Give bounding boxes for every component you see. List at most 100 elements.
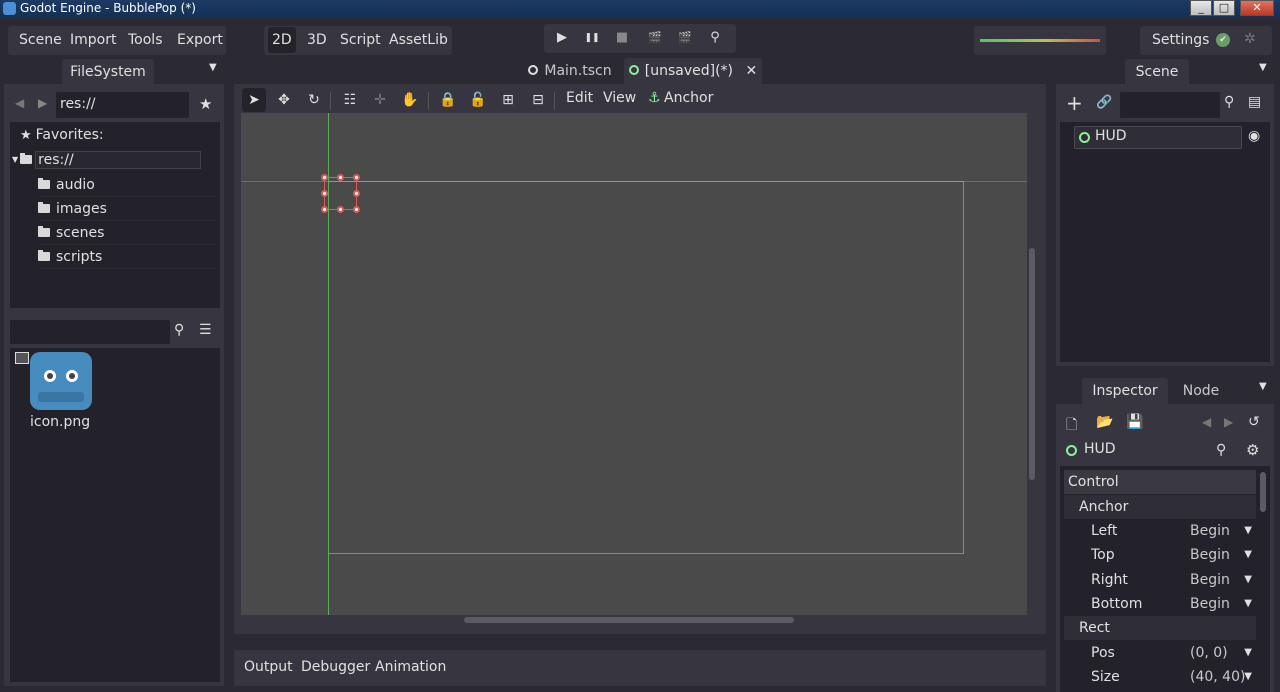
history-forward-icon[interactable]: ▶: [1224, 415, 1233, 429]
folder-icon: [38, 202, 50, 213]
lock-icon[interactable]: 🔒: [436, 88, 460, 112]
prop-rect-pos[interactable]: Pos (0, 0) ▼: [1064, 641, 1256, 665]
scene-filter-input[interactable]: [1120, 92, 1220, 118]
script-attach-icon[interactable]: ▤: [1248, 94, 1261, 110]
move-mode-icon[interactable]: ✥: [272, 88, 296, 112]
pause-icon[interactable]: ❚❚: [581, 28, 603, 48]
scene-dock-menu-icon[interactable]: ▼: [1259, 62, 1267, 73]
canvas-viewport[interactable]: [241, 113, 1027, 615]
menu-export[interactable]: Export: [177, 26, 223, 54]
search-icon[interactable]: ⚲: [174, 322, 184, 338]
tab-inspector[interactable]: Inspector: [1082, 378, 1168, 404]
anchor-icon[interactable]: ⚓: [648, 90, 661, 106]
remote-debug-icon[interactable]: ⚲: [704, 28, 726, 48]
scene-search-icon[interactable]: ⚲: [1224, 94, 1234, 110]
play-icon[interactable]: ▶: [551, 28, 573, 48]
path-field[interactable]: res://: [56, 92, 189, 118]
tab-main-tscn[interactable]: Main.tscn: [518, 58, 622, 84]
thumbnail-mode-icon[interactable]: [15, 352, 29, 364]
tab-unsaved-scene[interactable]: [unsaved](*) ✕: [624, 58, 762, 84]
play-custom-scene-icon[interactable]: 🎬: [674, 28, 696, 48]
resize-handle[interactable]: [353, 206, 360, 213]
inspector-scrollbar[interactable]: [1260, 472, 1266, 512]
animation-tab[interactable]: Animation: [375, 659, 446, 675]
back-icon[interactable]: ◀: [15, 96, 24, 110]
menu-import[interactable]: Import: [70, 26, 116, 54]
pivot-icon[interactable]: ✛: [368, 88, 392, 112]
vertical-scrollbar[interactable]: [1029, 248, 1035, 480]
visibility-eye-icon[interactable]: ◉: [1248, 128, 1260, 144]
stop-icon[interactable]: ■: [611, 28, 633, 48]
scene-tree-root-row[interactable]: HUD: [1074, 126, 1242, 149]
list-select-icon[interactable]: ☷: [338, 88, 362, 112]
godot-icon-thumbnail[interactable]: [30, 352, 92, 410]
mode-3d-button[interactable]: 3D: [307, 26, 327, 54]
view-menu[interactable]: View: [603, 90, 636, 106]
tab-filesystem[interactable]: FileSystem: [62, 59, 154, 85]
prop-anchor-top[interactable]: Top Begin ▼: [1064, 543, 1256, 567]
prop-anchor-right[interactable]: Right Begin ▼: [1064, 568, 1256, 592]
group-icon[interactable]: ⊞: [496, 88, 520, 112]
open-resource-icon[interactable]: 📂: [1096, 414, 1113, 430]
play-scene-icon[interactable]: 🎬: [644, 28, 666, 48]
prop-anchor-bottom[interactable]: Bottom Begin ▼: [1064, 592, 1256, 616]
section-control[interactable]: Control: [1064, 470, 1256, 494]
rotate-mode-icon[interactable]: ↻: [302, 88, 326, 112]
folder-row-scenes[interactable]: scenes: [38, 222, 214, 245]
folder-icon: [38, 178, 50, 189]
unlock-icon[interactable]: 🔓: [466, 88, 490, 112]
tab-scene[interactable]: Scene: [1125, 59, 1189, 85]
new-resource-icon[interactable]: 🗋: [1066, 414, 1077, 438]
close-window-button[interactable]: ✕: [1240, 0, 1274, 16]
pan-mode-icon[interactable]: ✋: [398, 88, 422, 112]
folder-row-images[interactable]: images: [38, 198, 214, 221]
mode-script-button[interactable]: Script: [340, 26, 381, 54]
resize-handle[interactable]: [353, 190, 360, 197]
list-view-icon[interactable]: ☰: [199, 322, 212, 338]
resize-handle[interactable]: [337, 174, 344, 181]
inspector-settings-gear-icon[interactable]: ⚙: [1246, 441, 1259, 459]
menu-tools[interactable]: Tools: [128, 26, 163, 54]
folder-row-audio[interactable]: audio: [38, 174, 214, 197]
forward-icon[interactable]: ▶: [38, 96, 47, 110]
property-search-icon[interactable]: ⚲: [1216, 442, 1226, 458]
add-node-button[interactable]: +: [1066, 93, 1083, 113]
instance-scene-icon[interactable]: 🔗: [1096, 95, 1112, 110]
mode-assetlib-button[interactable]: AssetLib: [389, 26, 448, 54]
resize-handle[interactable]: [337, 206, 344, 213]
debugger-tab[interactable]: Debugger: [301, 659, 370, 675]
resize-handle[interactable]: [321, 174, 328, 181]
resize-handle[interactable]: [321, 206, 328, 213]
file-search-input[interactable]: [10, 320, 170, 344]
path-value: res://: [60, 96, 96, 112]
close-tab-icon[interactable]: ✕: [745, 63, 757, 79]
history-back-icon[interactable]: ◀: [1202, 415, 1211, 429]
maximize-button[interactable]: □: [1213, 0, 1235, 16]
output-tab[interactable]: Output: [244, 659, 293, 675]
edit-menu[interactable]: Edit: [566, 90, 593, 106]
anchor-menu[interactable]: Anchor: [664, 90, 713, 106]
mode-2d-button[interactable]: 2D: [268, 27, 296, 53]
resize-handle[interactable]: [321, 190, 328, 197]
favorite-star-icon[interactable]: ★: [199, 95, 212, 113]
prop-anchor-left[interactable]: Left Begin ▼: [1064, 519, 1256, 543]
inspector-dock-menu-icon[interactable]: ▼: [1259, 381, 1267, 392]
select-mode-icon[interactable]: ➤: [242, 88, 266, 112]
minimize-button[interactable]: _: [1190, 0, 1212, 16]
resize-handle[interactable]: [353, 174, 360, 181]
section-anchor[interactable]: Anchor: [1064, 495, 1256, 519]
menu-scene[interactable]: Scene: [19, 26, 62, 54]
object-history-icon[interactable]: ↺: [1248, 414, 1260, 430]
save-resource-icon[interactable]: 💾: [1126, 414, 1143, 430]
favorites-row[interactable]: ★ Favorites:: [20, 124, 208, 147]
settings-button[interactable]: Settings: [1152, 26, 1209, 54]
filesystem-dock-menu-icon[interactable]: ▼: [209, 62, 217, 73]
tab-node[interactable]: Node: [1170, 378, 1232, 404]
horizontal-scrollbar[interactable]: [464, 617, 794, 623]
folder-row-scripts[interactable]: scripts: [38, 246, 214, 269]
prop-rect-size[interactable]: Size (40, 40) ▼: [1064, 665, 1256, 689]
tree-root-row[interactable]: ▼ res://: [12, 149, 218, 172]
section-rect[interactable]: Rect: [1064, 616, 1256, 640]
file-name-label[interactable]: icon.png: [30, 414, 90, 430]
ungroup-icon[interactable]: ⊟: [526, 88, 550, 112]
